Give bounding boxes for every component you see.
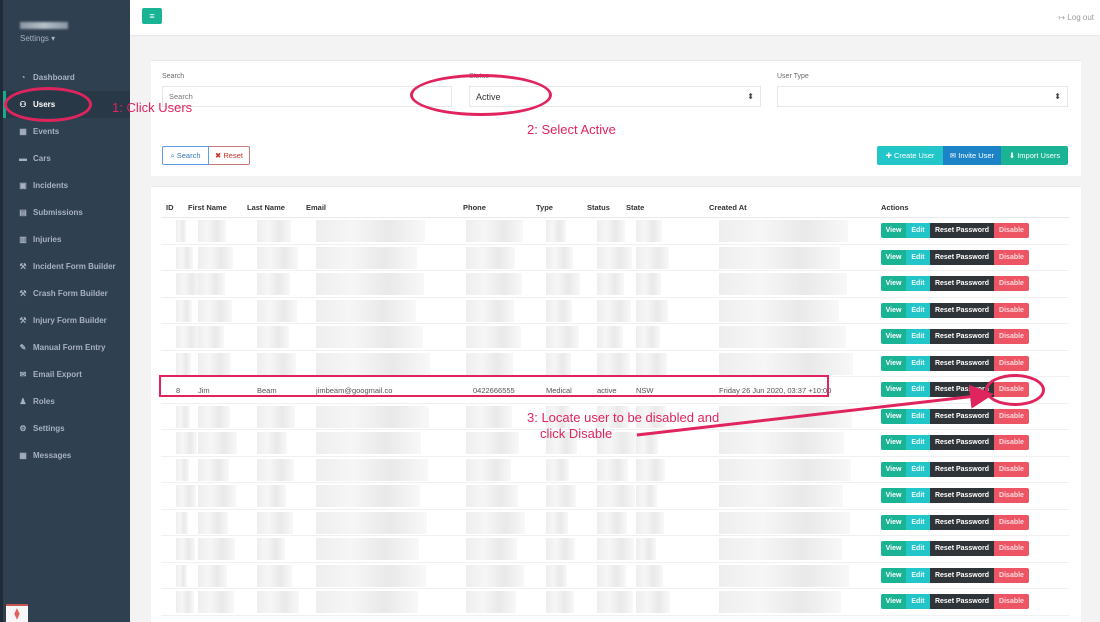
annotation-arrow [636, 384, 994, 437]
